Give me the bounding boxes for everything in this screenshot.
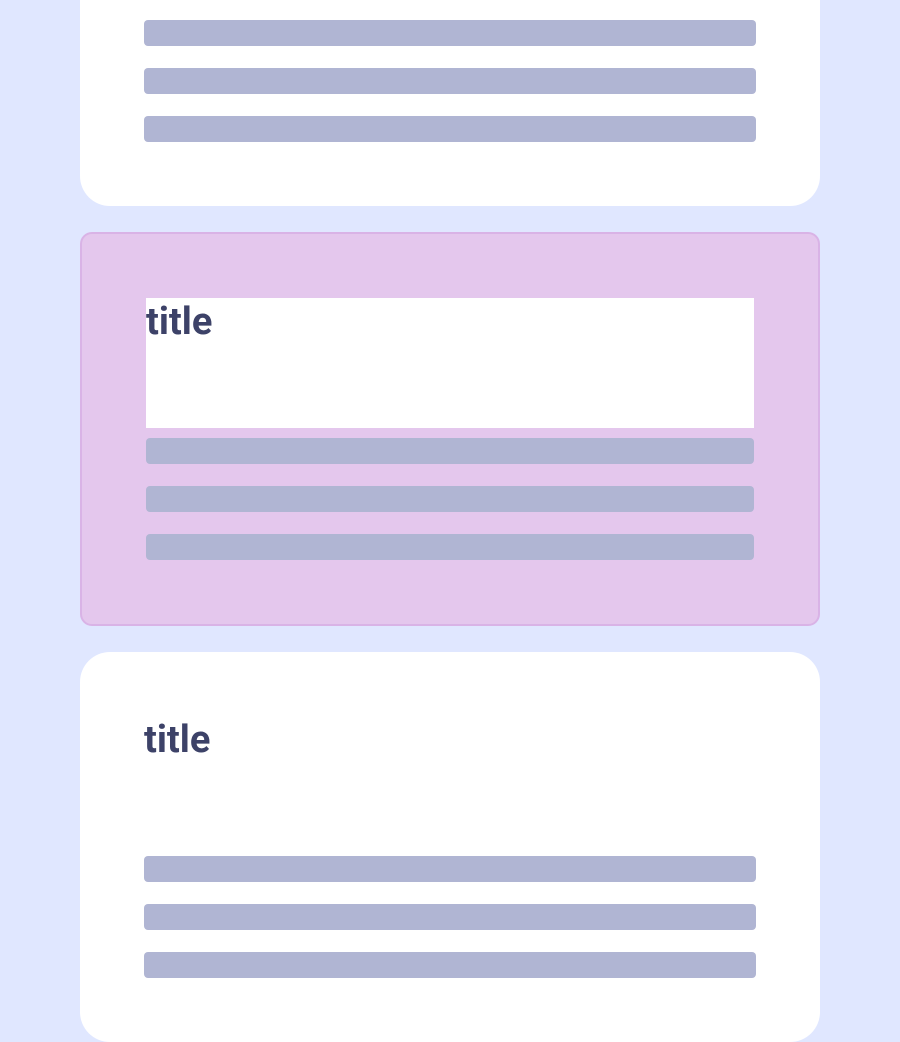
placeholder-line xyxy=(144,116,756,142)
card-title: title xyxy=(144,718,756,762)
card-title-area: title xyxy=(144,0,756,10)
card-highlighted[interactable]: title xyxy=(80,232,820,626)
placeholder-line xyxy=(146,438,754,464)
card: title xyxy=(80,0,820,206)
placeholder-line xyxy=(144,952,756,978)
card-title: title xyxy=(146,300,754,344)
card: title xyxy=(80,652,820,1042)
card-title-area: title xyxy=(146,298,754,428)
placeholder-line xyxy=(144,20,756,46)
placeholder-line xyxy=(144,68,756,94)
placeholder-lines xyxy=(144,20,756,142)
placeholder-line xyxy=(146,534,754,560)
placeholder-line xyxy=(146,486,754,512)
placeholder-line xyxy=(144,904,756,930)
placeholder-lines xyxy=(144,856,756,978)
placeholder-line xyxy=(144,856,756,882)
card-title-area: title xyxy=(144,716,756,846)
placeholder-lines xyxy=(146,438,754,560)
